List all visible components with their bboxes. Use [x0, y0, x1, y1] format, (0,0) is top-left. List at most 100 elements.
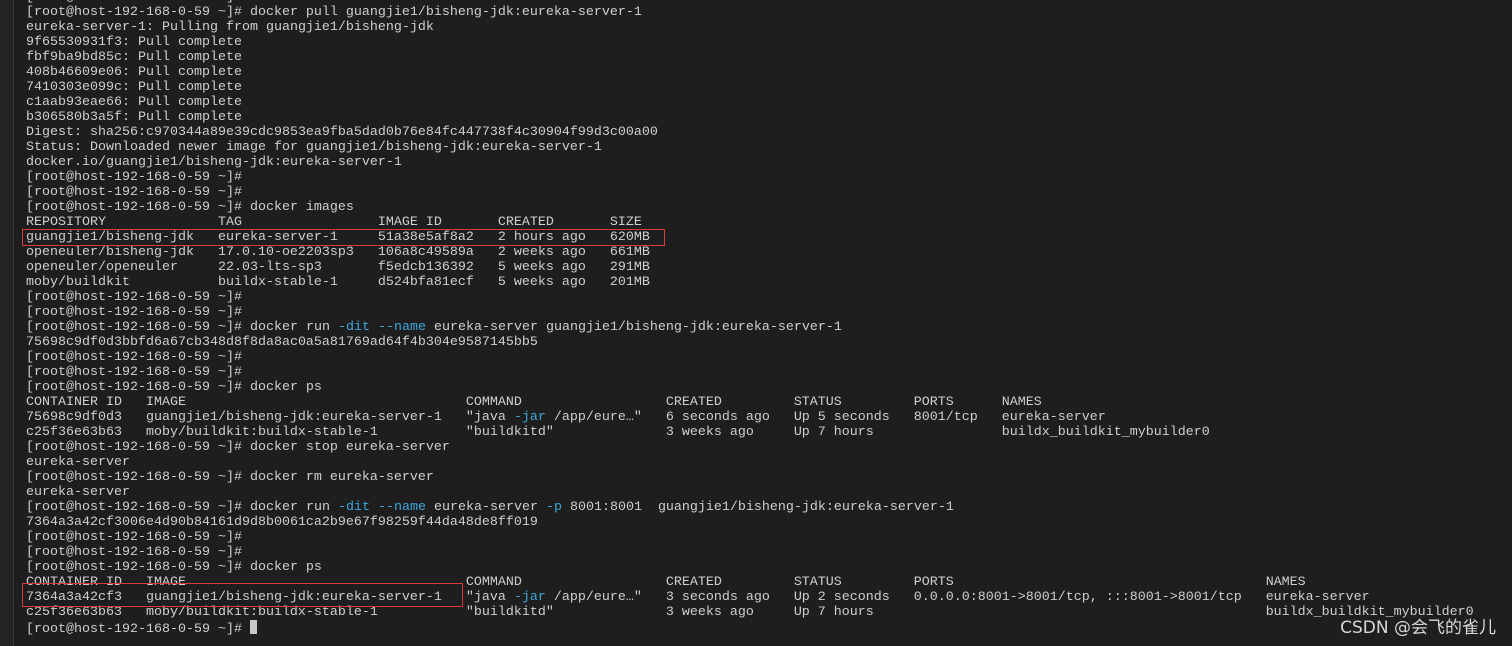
- prompt-line: [root@host-192-168-0-59 ~]# docker ps: [26, 560, 322, 575]
- output-line: 408b46609e06: Pull complete: [26, 65, 242, 80]
- output-line: 75698c9df0d3bbfd6a67cb348d8f8da8ac0a5a81…: [26, 335, 538, 350]
- table-cell: "buildkitd": [465, 425, 554, 440]
- prompt-line: [root@host-192-168-0-59 ~]#: [26, 365, 242, 380]
- table-cell: "buildkitd": [465, 605, 554, 620]
- output-line: c1aab93eae66: Pull complete: [26, 95, 242, 110]
- output-line: 9f65530931f3: Pull complete: [26, 35, 242, 50]
- prompt-line: [root@host-192-168-0-59 ~]#: [26, 350, 242, 365]
- prompt-line: [root@host-192-168-0-59 ~]#: [26, 290, 242, 305]
- column-header: PORTS: [913, 575, 954, 590]
- prompt-line: [root@host-192-168-0-59 ~]# docker ps: [26, 380, 322, 395]
- table-cell: Up 7 hours: [793, 425, 874, 440]
- table-cell: 75698c9df0d3: [26, 410, 122, 425]
- table-row: openeuler/bisheng-jdk 17.0.10-oe2203sp3 10…: [26, 245, 1474, 260]
- text-token: /app/eure…": [553, 590, 642, 605]
- text-token: guangjie1/bisheng-jdk:eureka-server-1: [545, 320, 842, 335]
- table-cell: c25f36e63b63: [26, 605, 122, 620]
- prompt-line: [root@host-192-168-0-59 ~]# docker image…: [26, 200, 354, 215]
- table-row: 75698c9df0d3 guangjie1/bisheng-jdk:eureka…: [26, 410, 1474, 425]
- table-cell: 5 weeks ago: [497, 260, 586, 275]
- cursor-icon: [249, 620, 257, 634]
- column-header: COMMAND: [465, 395, 522, 410]
- table-cell: Up 5 seconds: [793, 410, 890, 425]
- text-token: eureka-server: [433, 320, 538, 335]
- output-line: eureka-server: [26, 455, 130, 470]
- column-header: TAG: [217, 215, 242, 230]
- text-token: ~]#: [217, 500, 242, 515]
- table-cell: 0.0.0.0:8001->8001/tcp, :::8001->8001/tc…: [913, 590, 1242, 605]
- table-cell: f5edcb136392: [377, 260, 474, 275]
- prompt-line: [root@host-192-168-0-59 ~]#: [26, 305, 242, 320]
- output-line: Digest: sha256:c970344a89e39cdc9853ea9fb…: [26, 125, 658, 140]
- command-option: --name: [377, 500, 426, 515]
- column-header: COMMAND: [465, 575, 522, 590]
- table-cell: openeuler/openeuler: [26, 260, 178, 275]
- prompt-line: [root@host-192-168-0-59 ~]# docker run -…: [26, 500, 1474, 515]
- prompt-line: [root@host-192-168-0-59 ~]#: [26, 170, 242, 185]
- table-cell: 5 weeks ago: [497, 275, 586, 290]
- prompt-line: [root@host-192-168-0-59 ~]#: [26, 545, 242, 560]
- table-row: c25f36e63b63 moby/buildkit:buildx-stable-…: [26, 605, 1474, 620]
- text-token: 8001:8001: [569, 500, 642, 515]
- output-line: Status: Downloaded newer image for guang…: [26, 140, 602, 155]
- text-token: [root@host-192-168-0-59: [26, 500, 210, 515]
- text-token: run: [305, 320, 330, 335]
- table-cell: openeuler/bisheng-jdk: [26, 245, 194, 260]
- column-header: CREATED: [497, 215, 554, 230]
- table-row: c25f36e63b63 moby/buildkit:buildx-stable-…: [26, 425, 1474, 440]
- terminal-gutter: [0, 0, 14, 646]
- output-line: b306580b3a5f: Pull complete: [26, 110, 242, 125]
- column-header: PORTS: [913, 395, 954, 410]
- text-token: [root@host-192-168-0-59: [26, 320, 210, 335]
- command-option: -p: [545, 500, 562, 515]
- table-row: openeuler/openeuler 22.03-lts-sp3 f5edcb13…: [26, 260, 1474, 275]
- prompt-line: [root@host-192-168-0-59 ~]#: [26, 530, 242, 545]
- table-header: REPOSITORY TAG IMAGE ID CREATED SIZE: [26, 215, 1474, 230]
- column-header: SIZE: [609, 215, 642, 230]
- table-cell: 17.0.10-oe2203sp3: [217, 245, 354, 260]
- table-cell: c25f36e63b63: [26, 425, 122, 440]
- table-cell: 661MB: [609, 245, 650, 260]
- csdn-watermark: CSDN @会飞的雀儿: [1340, 618, 1496, 638]
- column-header: CREATED: [665, 395, 722, 410]
- table-cell: "java -jar /app/eure…": [466, 410, 666, 425]
- output-line: eureka-server-1: Pulling from guangjie1/…: [26, 20, 434, 35]
- prompt-line: [root@host-192-168-0-59 ~]# docker run -…: [26, 320, 1474, 335]
- table-cell: 22.03-lts-sp3: [217, 260, 322, 275]
- text-token: ~]#: [217, 320, 242, 335]
- table-cell: moby/buildkit:buildx-stable-1: [145, 605, 378, 620]
- current-prompt-line[interactable]: [root@host-192-168-0-59 ~]#: [26, 620, 1474, 637]
- table-cell: Up 2 seconds: [793, 590, 890, 605]
- table-cell: 8001/tcp: [913, 410, 978, 425]
- text-token: run: [305, 500, 330, 515]
- table-cell: moby/buildkit: [26, 275, 130, 290]
- table-cell: moby/buildkit:buildx-stable-1: [145, 425, 378, 440]
- table-cell: d524bfa81ecf: [377, 275, 474, 290]
- column-header: IMAGE ID: [377, 215, 442, 230]
- terminal-output[interactable]: [root@host-192-168-0-59 ~]#[root@host-19…: [26, 0, 1474, 637]
- text-token: "java: [465, 590, 506, 605]
- table-cell: 106a8c49589a: [377, 245, 474, 260]
- text-token: "java: [465, 410, 506, 425]
- prompt-line: [root@host-192-168-0-59 ~]# docker rm eu…: [26, 470, 434, 485]
- column-header: NAMES: [1265, 575, 1306, 590]
- column-header: REPOSITORY: [26, 215, 106, 230]
- highlight-box-container-row: [22, 583, 463, 607]
- output-line: docker.io/guangjie1/bisheng-jdk:eureka-s…: [26, 155, 402, 170]
- table-cell: 201MB: [609, 275, 650, 290]
